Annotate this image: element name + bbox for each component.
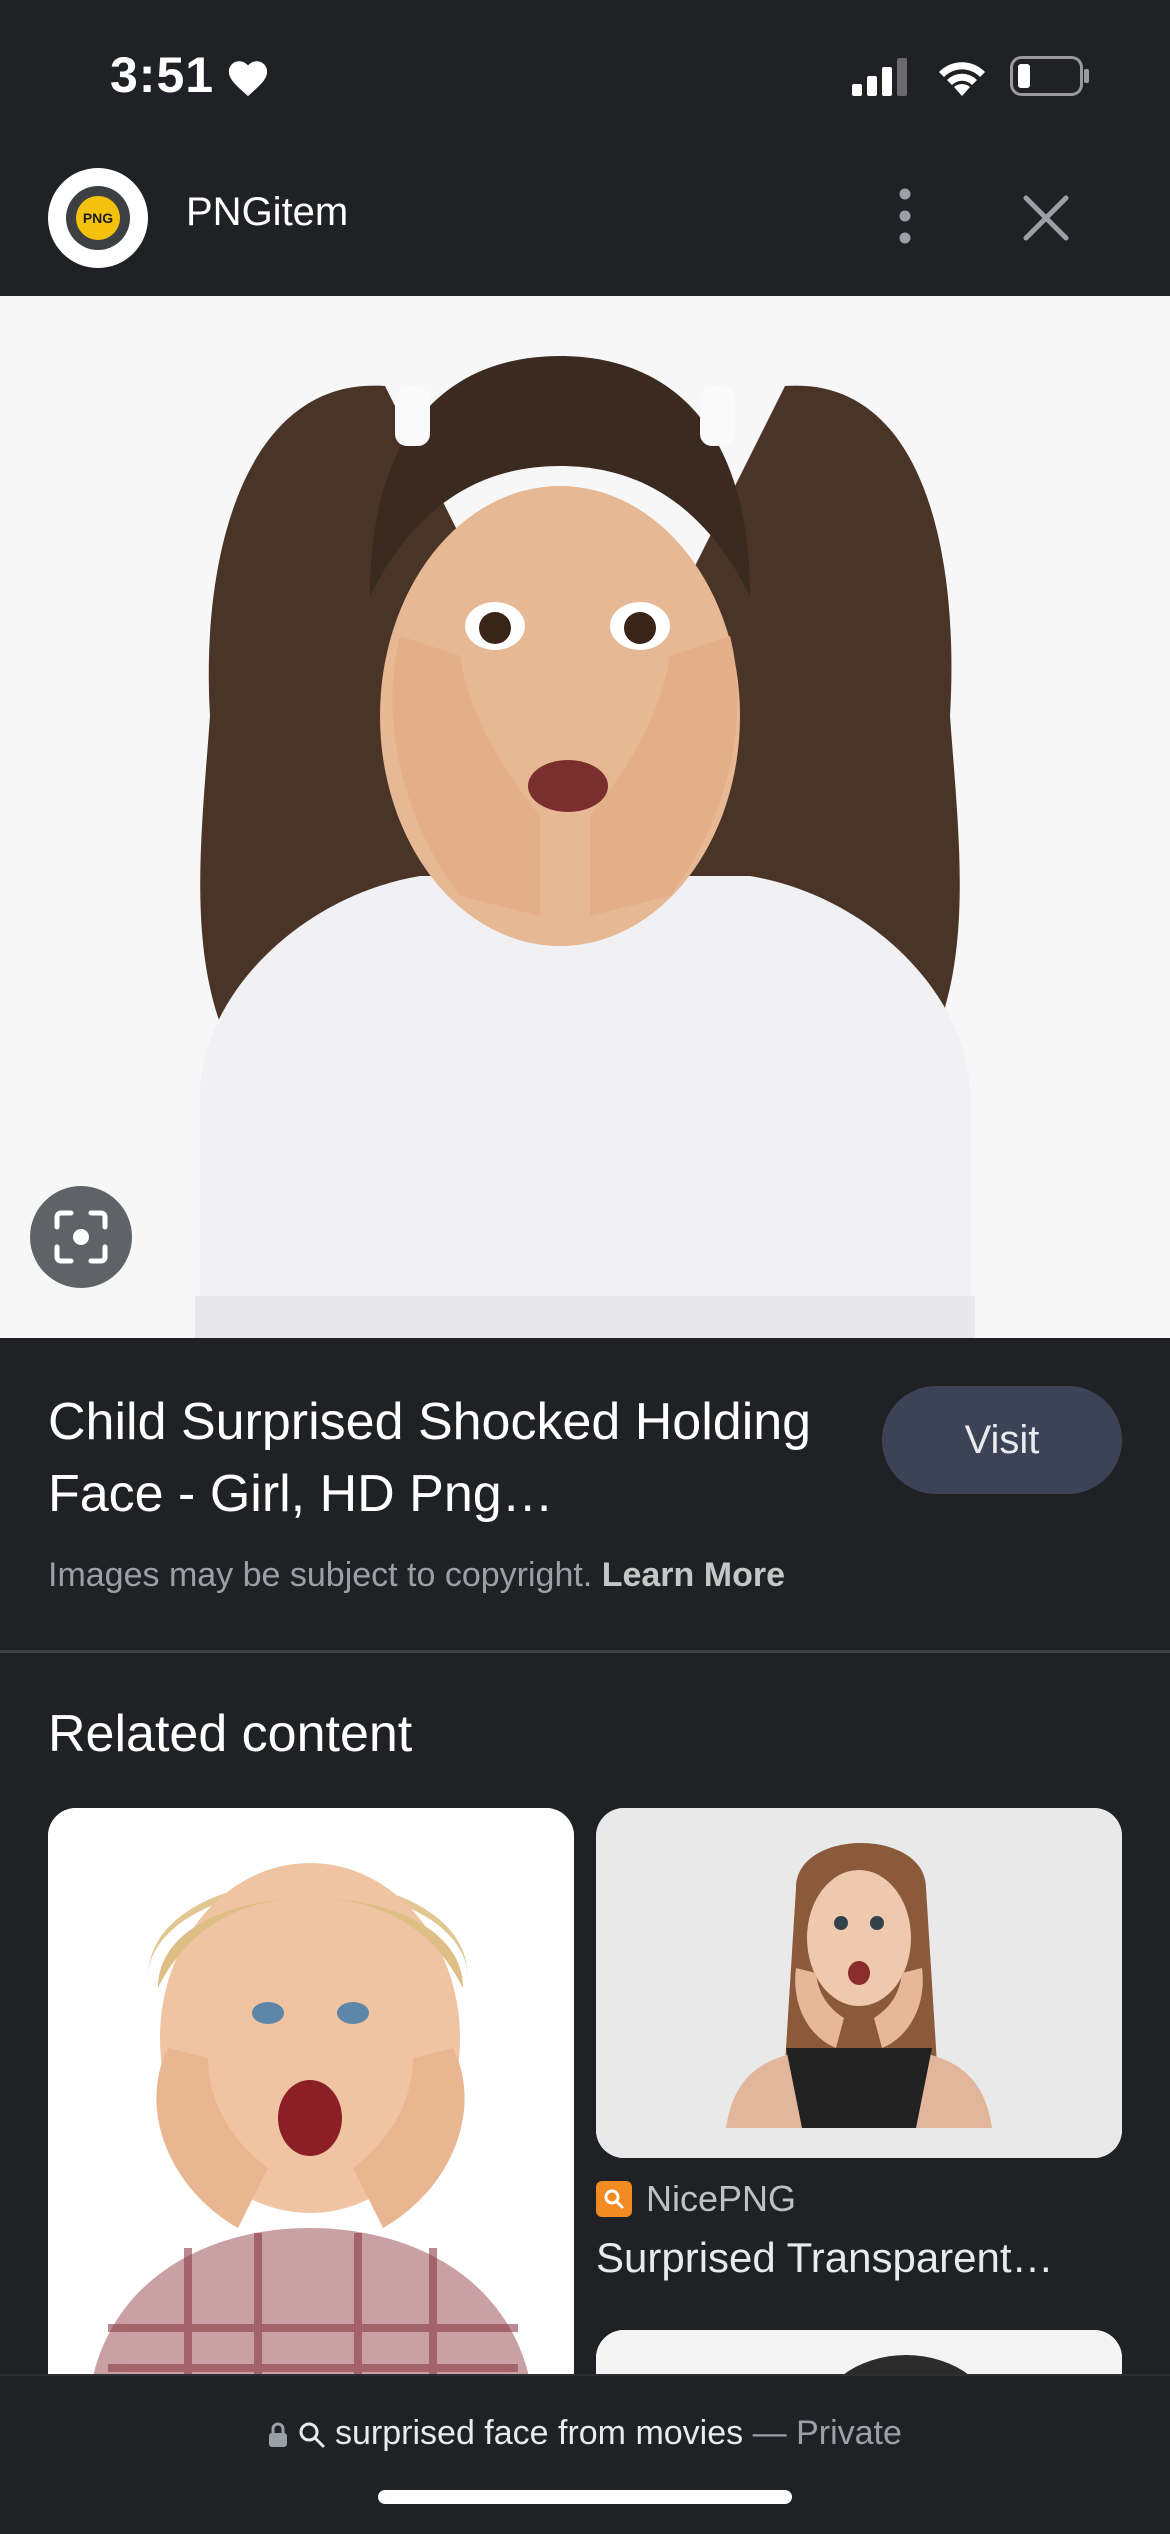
preview-image[interactable] bbox=[0, 296, 1170, 1338]
learn-more-link[interactable]: Learn More bbox=[602, 1556, 785, 1594]
close-icon[interactable] bbox=[1020, 192, 1072, 244]
related-card-2-source-name: NicePNG bbox=[646, 2178, 797, 2219]
heart-icon bbox=[228, 61, 268, 97]
lock-icon bbox=[269, 2422, 288, 2448]
related-card-1[interactable] bbox=[48, 1808, 574, 2408]
logo-badge: PNG bbox=[66, 186, 130, 250]
boy-surprised-image bbox=[48, 1808, 574, 2408]
address-separator: — bbox=[752, 2414, 787, 2452]
battery-icon bbox=[1010, 56, 1089, 96]
search-query: surprised face from movies bbox=[335, 2414, 744, 2452]
home-indicator[interactable] bbox=[378, 2490, 792, 2504]
girl-surprised-image bbox=[195, 356, 975, 1338]
result-title[interactable]: Child Surprised Shocked Holding Face - G… bbox=[48, 1386, 828, 1530]
visit-button[interactable]: Visit bbox=[882, 1386, 1122, 1494]
copyright-notice: Images may be subject to copyright. Lear… bbox=[48, 1556, 785, 1595]
lens-icon bbox=[54, 1210, 108, 1264]
wifi-icon bbox=[939, 62, 985, 96]
site-name[interactable]: PNGitem bbox=[186, 190, 348, 235]
browser-bottom-bar bbox=[0, 2374, 1170, 2534]
related-card-2-title[interactable]: Surprised Transparent… bbox=[596, 2234, 1122, 2282]
more-options-icon[interactable] bbox=[880, 186, 930, 246]
signal-icon bbox=[852, 58, 907, 96]
related-card-2[interactable] bbox=[596, 1808, 1122, 2158]
related-card-2-source: NicePNG bbox=[596, 2178, 796, 2220]
status-time: 3:51 bbox=[110, 47, 215, 103]
nicepng-favicon-icon bbox=[596, 2181, 632, 2217]
woman-surprised-image bbox=[596, 1808, 1122, 2158]
section-divider bbox=[0, 1650, 1170, 1653]
related-heading: Related content bbox=[48, 1705, 413, 1763]
logo-text: PNG bbox=[76, 196, 120, 240]
private-mode-label: Private bbox=[796, 2414, 902, 2452]
status-bar: 3:51 bbox=[0, 0, 1170, 150]
viewer-header bbox=[0, 150, 1170, 296]
lens-search-button[interactable] bbox=[30, 1186, 132, 1288]
search-icon bbox=[299, 2422, 325, 2448]
site-logo[interactable]: PNG bbox=[48, 168, 148, 268]
address-bar[interactable]: surprised face from movies — Private bbox=[0, 2414, 1170, 2453]
copyright-text: Images may be subject to copyright. bbox=[48, 1556, 593, 1594]
